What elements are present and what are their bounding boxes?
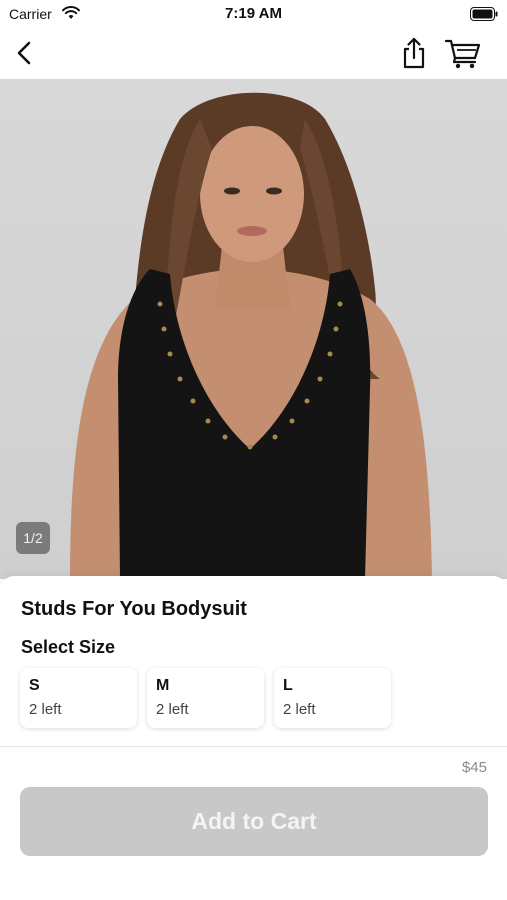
divider: [0, 746, 507, 747]
product-details-sheet: Studs For You Bodysuit Select Size S 2 l…: [0, 576, 507, 746]
size-stock: 2 left: [29, 701, 62, 718]
size-stock: 2 left: [156, 701, 189, 718]
product-photo: [70, 92, 432, 579]
product-image[interactable]: 1/2: [0, 79, 507, 579]
chevron-left-icon: [17, 41, 31, 65]
size-stock: 2 left: [283, 701, 316, 718]
share-icon: [403, 37, 425, 69]
nav-bar: [0, 28, 507, 78]
product-title: Studs For You Bodysuit: [21, 598, 247, 620]
add-to-cart-button[interactable]: Add to Cart: [20, 787, 488, 856]
status-time: 7:19 AM: [225, 5, 282, 22]
size-code: S: [29, 677, 40, 694]
cart-icon: [444, 39, 481, 69]
product-price: $45: [461, 759, 487, 776]
size-code: M: [156, 677, 170, 694]
image-page-indicator: 1/2: [16, 522, 50, 554]
size-option-l[interactable]: L 2 left: [274, 668, 391, 728]
size-heading: Select Size: [21, 637, 116, 657]
size-option-s[interactable]: S 2 left: [20, 668, 137, 728]
battery-icon: [470, 7, 498, 26]
cart-button[interactable]: [444, 37, 482, 69]
status-bar: Carrier 7:19 AM: [0, 0, 507, 28]
back-button[interactable]: [12, 38, 38, 68]
size-option-m[interactable]: M 2 left: [147, 668, 264, 728]
size-code: L: [283, 677, 293, 694]
share-button[interactable]: [398, 36, 430, 70]
